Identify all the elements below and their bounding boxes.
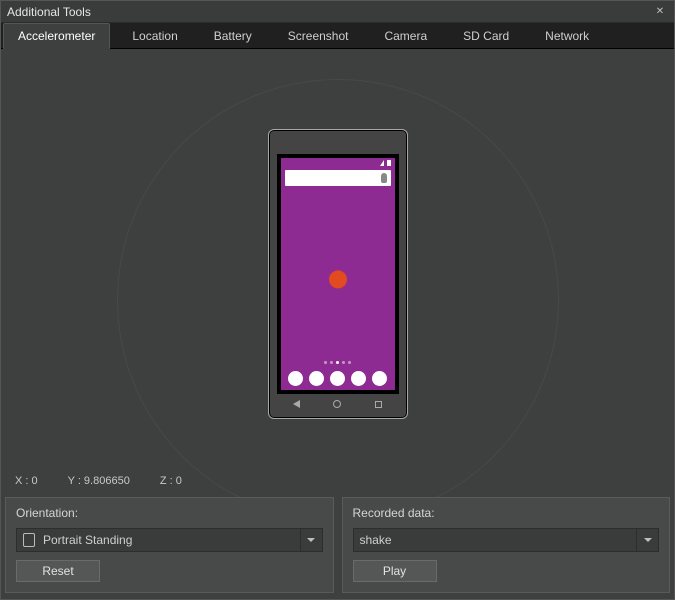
orientation-select[interactable]: Portrait Standing [16, 528, 323, 552]
recorded-data-panel: Recorded data: shake Play [342, 497, 671, 593]
tab-label: Battery [214, 29, 252, 43]
tab-screenshot[interactable]: Screenshot [274, 23, 363, 48]
signal-icon [380, 160, 384, 166]
tab-label: Accelerometer [18, 29, 95, 43]
accelerometer-ball [329, 270, 347, 288]
chevron-down-icon [300, 529, 322, 551]
titlebar: Additional Tools ✕ [1, 1, 674, 23]
accelerometer-readout: X : 0 Y : 9.806650 Z : 0 [15, 475, 182, 487]
window-title: Additional Tools [7, 5, 652, 19]
tab-location[interactable]: Location [118, 23, 191, 48]
tab-label: Network [545, 29, 589, 43]
tab-label: SD Card [463, 29, 509, 43]
accelerometer-stage[interactable]: X : 0 Y : 9.806650 Z : 0 [1, 49, 674, 497]
orientation-panel: Orientation: Portrait Standing Reset [5, 497, 334, 593]
bottom-panels: Orientation: Portrait Standing Reset Rec… [1, 497, 674, 599]
tab-sd-card[interactable]: SD Card [449, 23, 523, 48]
device-dock [281, 371, 395, 386]
tab-network[interactable]: Network [531, 23, 603, 48]
device-screen [281, 158, 395, 390]
play-button[interactable]: Play [353, 560, 437, 582]
tab-camera[interactable]: Camera [370, 23, 441, 48]
device-screen-frame [277, 154, 399, 394]
tab-label: Location [132, 29, 177, 43]
battery-icon [387, 160, 391, 166]
recorded-data-label: Recorded data: [353, 506, 660, 520]
additional-tools-window: Additional Tools ✕ Accelerometer Locatio… [0, 0, 675, 600]
reset-button[interactable]: Reset [16, 560, 100, 582]
recorded-data-select[interactable]: shake [353, 528, 660, 552]
readout-z: Z : 0 [160, 475, 182, 487]
button-label: Reset [42, 564, 73, 578]
chevron-down-icon [636, 529, 658, 551]
readout-y: Y : 9.806650 [68, 475, 130, 487]
close-icon[interactable]: ✕ [652, 4, 668, 20]
device-mockup[interactable] [268, 129, 408, 419]
tab-accelerometer[interactable]: Accelerometer [3, 23, 110, 49]
tab-bar: Accelerometer Location Battery Screensho… [1, 23, 674, 49]
home-icon [333, 400, 341, 408]
recents-icon [375, 401, 382, 408]
readout-x: X : 0 [15, 475, 38, 487]
orientation-value: Portrait Standing [43, 533, 132, 547]
button-label: Play [383, 564, 406, 578]
device-navbar [277, 396, 399, 412]
tab-label: Screenshot [288, 29, 349, 43]
recorded-data-value: shake [360, 533, 392, 547]
phone-portrait-icon [23, 533, 35, 547]
orientation-label: Orientation: [16, 506, 323, 520]
device-statusbar [281, 158, 395, 168]
page-indicator [281, 361, 395, 364]
back-icon [293, 400, 300, 408]
device-search-widget [285, 170, 391, 186]
tab-battery[interactable]: Battery [200, 23, 266, 48]
tab-label: Camera [384, 29, 427, 43]
